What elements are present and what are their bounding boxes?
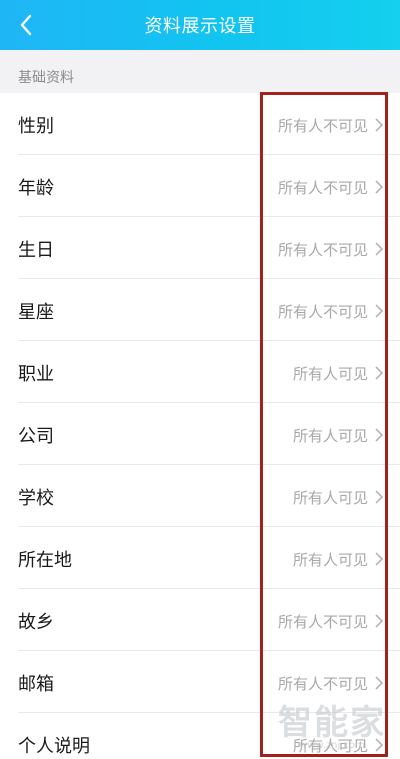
row-label: 邮箱 [18,674,54,695]
row-label: 个人说明 [18,736,90,757]
chevron-right-icon [375,118,384,132]
watermark-logo: 智能家 www.znj.com [278,695,386,751]
chevron-right-icon [375,428,384,442]
chevron-right-icon [375,242,384,256]
row-label: 星座 [18,302,54,323]
row-value: 所有人不可见 [277,179,368,197]
row-label: 性别 [18,116,54,137]
row-school[interactable]: 学校 所有人可见 [0,465,400,527]
row-label: 年龄 [18,178,54,199]
chevron-left-icon [20,14,32,36]
row-age[interactable]: 年龄 所有人不可见 [0,155,400,217]
row-value: 所有人可见 [292,489,368,507]
row-label: 所在地 [18,550,72,571]
row-value: 所有人不可见 [277,613,368,631]
row-value: 所有人可见 [292,427,368,445]
row-label: 故乡 [18,612,54,633]
row-value: 所有人不可见 [277,303,368,321]
row-gender[interactable]: 性别 所有人不可见 [0,93,400,155]
back-button[interactable] [10,9,42,41]
row-birthday[interactable]: 生日 所有人不可见 [0,217,400,279]
row-location[interactable]: 所在地 所有人可见 [0,527,400,589]
row-value: 所有人不可见 [277,675,368,693]
row-value: 所有人可见 [292,551,368,569]
top-bar: 资料展示设置 [0,0,400,50]
section-label: 基础资料 [18,70,74,86]
row-label: 生日 [18,240,54,261]
row-value: 所有人不可见 [277,117,368,135]
chevron-right-icon [375,180,384,194]
chevron-right-icon [375,490,384,504]
settings-list: 性别 所有人不可见 年龄 所有人不可见 生日 所有人不可见 星座 所有人不可见 … [0,93,400,759]
section-header: 基础资料 [0,50,400,93]
chevron-right-icon [375,366,384,380]
page-title: 资料展示设置 [144,16,256,37]
chevron-right-icon [375,304,384,318]
row-value: 所有人可见 [292,365,368,383]
row-label: 学校 [18,488,54,509]
chevron-right-icon [375,676,384,690]
row-value: 所有人不可见 [277,241,368,259]
row-hometown[interactable]: 故乡 所有人不可见 [0,589,400,651]
row-occupation[interactable]: 职业 所有人可见 [0,341,400,403]
chevron-right-icon [375,614,384,628]
row-constellation[interactable]: 星座 所有人不可见 [0,279,400,341]
watermark-text: 智能家 [278,703,386,743]
row-label: 公司 [18,426,54,447]
row-label: 职业 [18,364,54,385]
chevron-right-icon [375,552,384,566]
row-company[interactable]: 公司 所有人可见 [0,403,400,465]
